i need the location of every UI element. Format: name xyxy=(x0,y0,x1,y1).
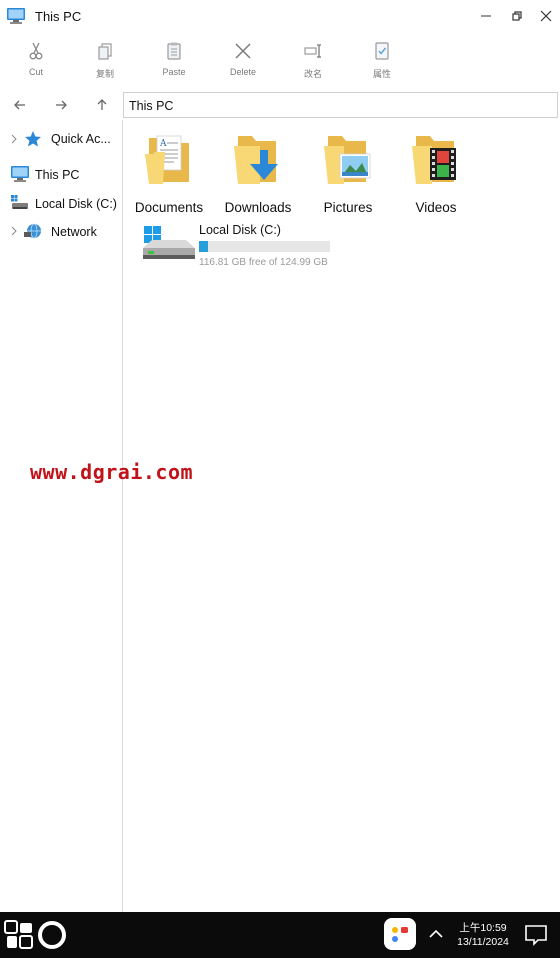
rename-label: 改名 xyxy=(303,69,322,79)
up-button[interactable] xyxy=(91,94,113,116)
drive-usage-bar xyxy=(199,241,330,252)
forward-button[interactable] xyxy=(50,94,72,116)
sidebar-item-label: This PC xyxy=(35,168,80,182)
taskbar: 上午10:59 13/11/2024 xyxy=(0,912,560,958)
clock-date: 13/11/2024 xyxy=(457,936,509,948)
title-bar: This PC xyxy=(0,0,560,34)
start-button[interactable] xyxy=(4,920,34,950)
arrow-up-icon xyxy=(97,99,107,110)
file-explorer-window: This PC Cut 复制 Paste Delete 改名 属性 This P… xyxy=(0,0,560,912)
folder-label: Pictures xyxy=(323,200,373,215)
system-clock[interactable]: 上午10:59 13/11/2024 xyxy=(450,921,516,949)
drive-usage-fill xyxy=(199,241,208,252)
folder-documents[interactable]: A Documents xyxy=(124,132,214,215)
delete-label: Delete xyxy=(229,67,256,77)
cut-button[interactable]: Cut xyxy=(11,36,61,82)
videos-folder-icon xyxy=(412,136,456,184)
folder-label: Documents xyxy=(134,200,204,215)
content-pane: A Documents Downloads Pictures Videos Lo… xyxy=(124,120,560,912)
properties-label: 属性 xyxy=(372,69,391,79)
sidebar-item-label: Local Disk (C:) xyxy=(35,197,117,211)
computer-icon xyxy=(11,166,29,182)
sidebar-item-this-pc[interactable]: This PC xyxy=(0,163,123,187)
clock-time: 上午10:59 xyxy=(459,922,507,934)
properties-button[interactable]: 属性 xyxy=(357,36,407,82)
rename-icon xyxy=(304,44,321,58)
computer-icon xyxy=(7,8,25,24)
close-button[interactable] xyxy=(533,4,559,28)
star-icon xyxy=(25,131,41,147)
downloads-folder-icon xyxy=(234,136,278,184)
pictures-folder-icon xyxy=(324,136,371,184)
arrow-left-icon xyxy=(14,100,25,110)
sidebar-item-network[interactable]: Network xyxy=(0,220,123,244)
drive-local-disk-c[interactable]: Local Disk (C:) 116.81 GB free of 124.99… xyxy=(140,222,360,270)
arrow-right-icon xyxy=(56,100,67,110)
folder-videos[interactable]: Videos xyxy=(391,132,481,215)
chevron-right-icon[interactable] xyxy=(10,134,18,144)
folder-label: Downloads xyxy=(224,200,292,215)
drive-free-space: 116.81 GB free of 124.99 GB xyxy=(199,257,328,268)
properties-icon xyxy=(375,42,389,60)
close-icon xyxy=(540,10,552,22)
delete-button[interactable]: Delete xyxy=(218,36,268,82)
notification-icon[interactable] xyxy=(524,923,548,947)
sidebar-item-local-disk[interactable]: Local Disk (C:) xyxy=(0,192,123,216)
cut-label: Cut xyxy=(28,67,43,77)
address-bar[interactable]: This PC xyxy=(123,92,558,118)
folder-pictures[interactable]: Pictures xyxy=(303,132,393,215)
svg-text:A: A xyxy=(159,139,167,149)
drive-name: Local Disk (C:) xyxy=(199,223,281,237)
paste-button[interactable]: Paste xyxy=(149,36,199,82)
sidebar-item-quick-access[interactable]: Quick Ac... xyxy=(0,128,123,152)
navigation-pane: Quick Ac... This PC Local Disk (C:) Netw… xyxy=(0,120,123,912)
paste-label: Paste xyxy=(162,67,186,77)
delete-x-icon xyxy=(235,43,251,59)
copy-label: 复制 xyxy=(95,69,114,79)
back-button[interactable] xyxy=(9,94,31,116)
chevron-up-icon[interactable] xyxy=(428,926,444,942)
search-button[interactable] xyxy=(38,921,66,949)
restore-icon xyxy=(512,11,522,21)
chevron-right-icon[interactable] xyxy=(10,226,18,236)
watermark-text: www.dgrai.com xyxy=(30,460,194,484)
navigation-bar: This PC xyxy=(0,90,560,120)
clipboard-icon xyxy=(167,42,181,60)
drive-icon xyxy=(11,195,28,209)
copy-button[interactable]: 复制 xyxy=(80,36,130,82)
folder-downloads[interactable]: Downloads xyxy=(213,132,303,215)
network-icon xyxy=(24,223,41,239)
minimize-icon xyxy=(481,15,491,17)
documents-folder-icon: A xyxy=(145,135,189,184)
window-title: This PC xyxy=(35,9,82,24)
sidebar-item-label: Quick Ac... xyxy=(51,132,111,146)
ribbon-toolbar: Cut 复制 Paste Delete 改名 属性 xyxy=(0,36,560,84)
scissors-icon xyxy=(29,42,43,60)
rename-button[interactable]: 改名 xyxy=(288,36,338,82)
app-folder-icon[interactable] xyxy=(384,918,416,950)
copy-icon xyxy=(98,43,112,60)
restore-button[interactable] xyxy=(504,4,530,28)
sidebar-item-label: Network xyxy=(51,225,97,239)
minimize-button[interactable] xyxy=(473,4,499,28)
folder-label: Videos xyxy=(415,200,457,215)
windows-drive-icon xyxy=(143,226,195,259)
